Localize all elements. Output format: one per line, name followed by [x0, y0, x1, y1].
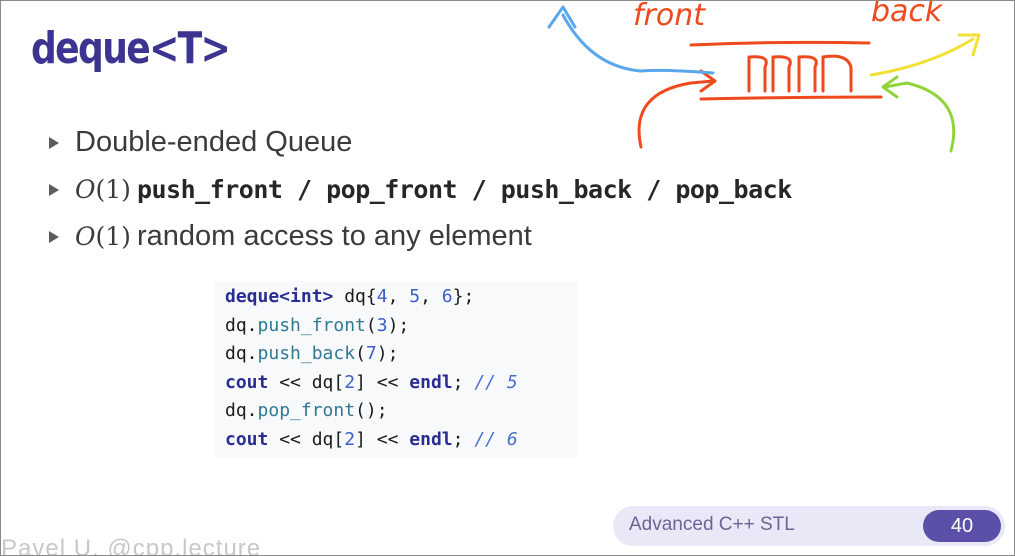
code-operator: << [268, 371, 312, 393]
slide: deque<T> Double-ended Queue O(1) push_fr… [0, 0, 1015, 556]
code-block: deque<int> dq{4, 5, 6}; dq.push_front(3);… [215, 281, 577, 457]
code-text: }; [452, 286, 475, 307]
code-line: dq.push_back(7); [225, 340, 577, 369]
big-o-value: 1 [105, 175, 122, 204]
code-function: push_front [257, 314, 366, 336]
code-operator: << [268, 428, 312, 450]
bullet-marker-icon [49, 183, 59, 196]
code-line: cout << dq[2] << endl; // 5 [225, 369, 577, 398]
course-title: Advanced C++ STL [629, 514, 795, 535]
code-line: dq.push_front(3); [225, 312, 577, 341]
code-number: 7 [365, 343, 377, 364]
pop-back-arrow-icon [869, 33, 981, 77]
code-type: deque<int> [225, 286, 334, 307]
operations-list: push_front / pop_front / push_back / pop… [136, 175, 792, 204]
paren-close: ) [121, 222, 131, 251]
big-o-notation: O(1) [75, 175, 131, 204]
code-line: dq.pop_front(); [225, 397, 577, 426]
code-number: 2 [344, 371, 356, 393]
code-text: ; [452, 428, 475, 450]
code-text: dq{ [333, 286, 377, 307]
bullet-item: O(1) push_front / pop_front / push_back … [47, 166, 792, 213]
code-comment: // 5 [474, 371, 518, 393]
code-text: ] [355, 371, 366, 393]
code-comment: // 6 [474, 428, 518, 450]
code-line: deque<int> dq{4, 5, 6}; [225, 283, 577, 312]
code-function: pop_front [257, 400, 356, 421]
code-text: dq[ [311, 428, 345, 450]
code-text: dq. [225, 400, 258, 421]
code-number: 4 [376, 286, 388, 307]
code-text: ); [387, 314, 410, 336]
code-number: 2 [344, 428, 356, 450]
code-keyword: cout [225, 371, 269, 393]
code-line: cout << dq[2] << endl; // 6 [225, 426, 577, 455]
code-text: ( [365, 314, 377, 336]
paren-close: ) [121, 175, 131, 204]
bullet-item: O(1) random access to any element [47, 213, 792, 260]
code-keyword: endl [409, 428, 453, 450]
code-text: ] [355, 428, 366, 450]
code-text: ); [376, 343, 399, 364]
code-text: , [420, 286, 442, 307]
code-number: 5 [409, 286, 421, 307]
code-text: (); [355, 400, 388, 421]
code-text: ; [452, 371, 475, 393]
code-text: dq. [225, 343, 258, 364]
big-o-letter: O [75, 222, 96, 251]
big-o-letter: O [75, 175, 96, 204]
code-text: dq[ [311, 371, 345, 393]
page-number-badge: 40 [923, 510, 1001, 542]
code-text: ( [355, 343, 366, 364]
code-text: , [387, 286, 410, 307]
slide-footer: Advanced C++ STL 40 [613, 506, 1005, 546]
big-o-notation: O(1) [75, 222, 131, 251]
push-front-arrow-icon [637, 69, 717, 149]
webcam-overlay-text: Pavel U. @cpp.lecture [1, 535, 262, 556]
deque-sketch [689, 40, 883, 101]
paren-open: ( [95, 175, 106, 204]
big-o-value: 1 [105, 222, 122, 251]
handwritten-annotation: front back [547, 1, 981, 153]
code-operator: << [365, 371, 410, 393]
code-text: dq. [225, 314, 258, 336]
push-back-arrow-icon [881, 75, 956, 153]
code-number: 6 [441, 286, 453, 307]
bullet-text: random access to any element [136, 220, 532, 252]
bullet-marker-icon [49, 230, 59, 243]
front-label: front [633, 1, 706, 33]
code-number: 3 [376, 314, 388, 336]
paren-open: ( [95, 222, 106, 251]
back-label: back [871, 1, 944, 29]
code-keyword: cout [225, 428, 269, 450]
code-operator: << [365, 428, 410, 450]
code-keyword: endl [409, 371, 453, 393]
code-function: push_back [257, 343, 356, 364]
